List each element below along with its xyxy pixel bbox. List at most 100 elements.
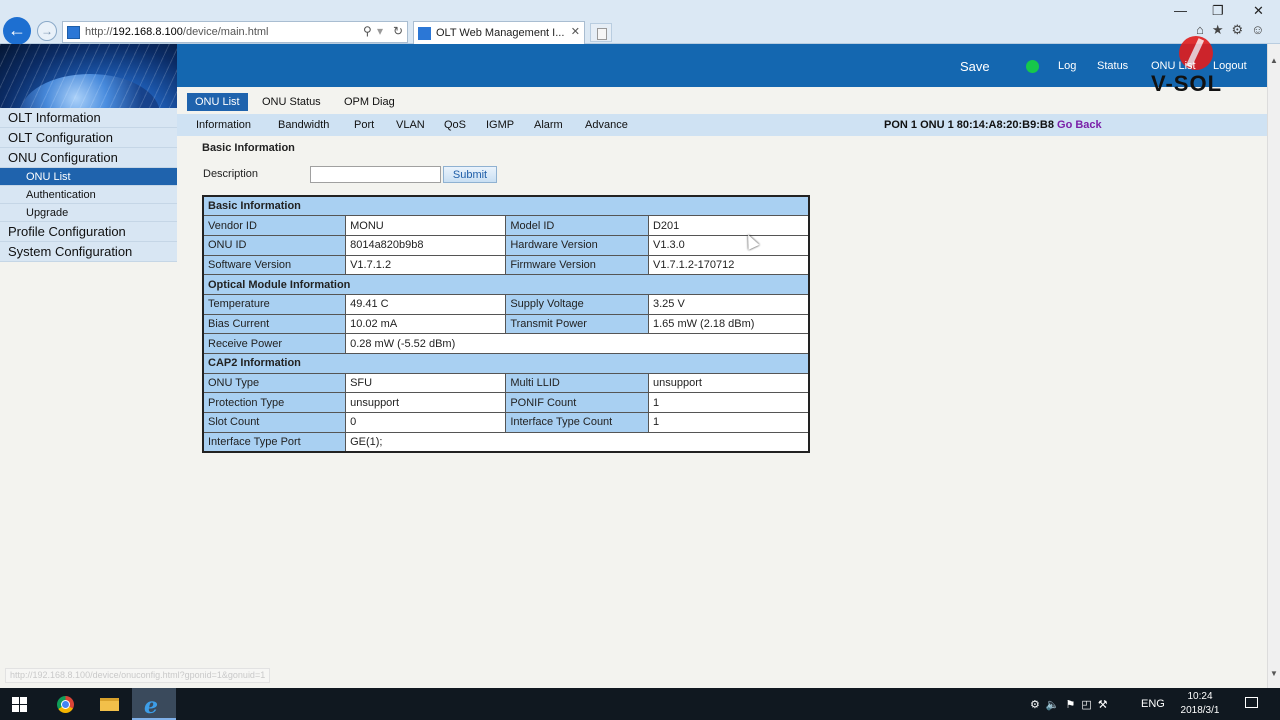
software-version-value: V1.7.1.2	[345, 254, 507, 276]
restore-icon[interactable]: ❐	[1212, 3, 1224, 19]
table-row: Temperature 49.41 C Supply Voltage 3.25 …	[202, 293, 810, 315]
clock-time: 10:24	[1187, 691, 1213, 702]
tab-port[interactable]: Port	[354, 119, 374, 131]
table-row: ONU Type SFU Multi LLID unsupport	[202, 372, 810, 394]
sidebar-item-upgrade[interactable]: Upgrade	[0, 204, 177, 222]
table-header-optical: Optical Module Information	[202, 274, 810, 295]
sidebar-item-olt-configuration[interactable]: OLT Configuration	[0, 128, 177, 148]
top-header-bar: Save Log Status V-SOL ONU List Logout	[177, 36, 1267, 96]
go-back-link[interactable]: Go Back	[1057, 119, 1102, 131]
sidebar-item-olt-information[interactable]: OLT Information	[0, 108, 177, 128]
onu-id-label: ONU ID	[202, 234, 347, 256]
status-link[interactable]: Status	[1097, 60, 1128, 72]
tab-onu-status[interactable]: ONU Status	[254, 93, 329, 111]
slot-count-value: 0	[345, 412, 507, 433]
hardware-version-value: V1.3.0	[647, 234, 810, 256]
section-title: Basic Information	[202, 142, 295, 154]
table-header-basic: Basic Information	[202, 195, 810, 217]
scroll-down-icon[interactable]: ▼	[1270, 669, 1278, 678]
table-row: Software Version V1.7.1.2 Firmware Versi…	[202, 254, 810, 276]
description-input[interactable]	[310, 166, 441, 183]
page-favicon-icon	[67, 26, 80, 39]
sidebar-item-profile-configuration[interactable]: Profile Configuration	[0, 222, 177, 242]
onu-type-value: SFU	[345, 372, 507, 394]
table-row: Bias Current 10.02 mA Transmit Power 1.6…	[202, 313, 810, 335]
browser-toolbar-icons[interactable]: ⌂★⚙☺	[1196, 22, 1272, 38]
banner-image	[0, 44, 177, 108]
protection-type-label: Protection Type	[202, 392, 347, 414]
refresh-icon[interactable]: ↻	[393, 24, 403, 38]
tab-information[interactable]: Information	[196, 119, 251, 131]
search-icon[interactable]: ⚲	[363, 24, 372, 38]
tab-qos[interactable]: QoS	[444, 119, 466, 131]
temperature-label: Temperature	[202, 293, 347, 315]
secondary-tabs: Information Bandwidth Port VLAN QoS IGMP…	[177, 114, 1267, 136]
tab-bandwidth[interactable]: Bandwidth	[278, 119, 329, 131]
tab-igmp[interactable]: IGMP	[486, 119, 514, 131]
bias-current-value: 10.02 mA	[345, 313, 507, 335]
supply-voltage-value: 3.25 V	[647, 293, 810, 315]
forward-arrow-icon[interactable]: →	[37, 21, 57, 41]
minimize-icon[interactable]: —	[1174, 3, 1187, 18]
windows-start-icon[interactable]	[12, 697, 27, 712]
sidebar-item-onu-list[interactable]: ONU List	[0, 168, 177, 186]
taskbar-explorer-app[interactable]	[88, 688, 132, 720]
tab-onu-list[interactable]: ONU List	[187, 93, 248, 111]
logout-link[interactable]: Logout	[1213, 60, 1247, 72]
sidebar: OLT Information OLT Configuration ONU Co…	[0, 108, 177, 262]
transmit-power-label: Transmit Power	[505, 313, 649, 335]
taskbar-chrome-app[interactable]	[44, 688, 88, 720]
sidebar-item-system-configuration[interactable]: System Configuration	[0, 242, 177, 262]
tab-vlan[interactable]: VLAN	[396, 119, 425, 131]
notification-icon[interactable]	[1245, 697, 1258, 708]
sidebar-item-onu-configuration[interactable]: ONU Configuration	[0, 148, 177, 168]
receive-power-label: Receive Power	[202, 333, 347, 354]
protection-type-value: unsupport	[345, 392, 507, 414]
internet-explorer-icon: e	[144, 693, 158, 719]
interface-type-port-value: GE(1);	[345, 431, 810, 453]
status-bar-url: http://192.168.8.100/device/onuconfig.ht…	[5, 668, 271, 683]
taskbar: e ⚙🔈⚑◰⚒ ENG 10:24 2018/3/1	[0, 688, 1280, 720]
temperature-value: 49.41 C	[345, 293, 507, 315]
multi-llid-value: unsupport	[647, 372, 810, 394]
hardware-version-label: Hardware Version	[505, 234, 649, 256]
browser-chrome: ← → http://192.168.8.100/device/main.htm…	[0, 0, 1280, 45]
description-label: Description	[203, 168, 259, 180]
log-link[interactable]: Log	[1058, 60, 1076, 72]
tab-alarm[interactable]: Alarm	[534, 119, 563, 131]
interface-type-count-label: Interface Type Count	[505, 412, 649, 433]
submit-button[interactable]: Submit	[443, 166, 497, 183]
dropdown-chevron-icon[interactable]: ▾	[377, 24, 383, 38]
address-url: http://192.168.8.100/device/main.html	[85, 26, 269, 38]
address-bar[interactable]: http://192.168.8.100/device/main.html ⚲ …	[62, 21, 408, 43]
taskbar-clock[interactable]: 10:24 2018/3/1	[1178, 690, 1222, 718]
page-scrollbar[interactable]: ▲ ▼	[1267, 44, 1280, 688]
save-link[interactable]: Save	[960, 59, 990, 74]
interface-type-count-value: 1	[647, 412, 810, 433]
back-arrow-icon[interactable]: ←	[3, 17, 31, 45]
browser-tab[interactable]: OLT Web Management I... ✕	[413, 21, 585, 44]
taskbar-ie-app[interactable]: e	[132, 688, 176, 720]
language-indicator[interactable]: ENG	[1141, 698, 1165, 710]
tab-close-icon[interactable]: ✕	[571, 25, 580, 38]
tab-advance[interactable]: Advance	[585, 119, 628, 131]
table-row: Receive Power 0.28 mW (-5.52 dBm)	[202, 333, 810, 354]
table-row: Protection Type unsupport PONIF Count 1	[202, 392, 810, 414]
sidebar-item-authentication[interactable]: Authentication	[0, 186, 177, 204]
new-tab-button[interactable]	[590, 23, 612, 42]
close-window-icon[interactable]: ✕	[1253, 3, 1264, 19]
interface-type-port-label: Interface Type Port	[202, 431, 347, 453]
firmware-version-value: V1.7.1.2-170712	[647, 254, 810, 276]
chrome-icon	[57, 696, 74, 713]
onu-list-link[interactable]: ONU List	[1151, 60, 1196, 72]
firmware-version-label: Firmware Version	[505, 254, 649, 276]
clock-date: 2018/3/1	[1180, 705, 1220, 716]
supply-voltage-label: Supply Voltage	[505, 293, 649, 315]
ponif-count-label: PONIF Count	[505, 392, 649, 414]
system-tray-icons[interactable]: ⚙🔈⚑◰⚒	[1030, 698, 1114, 711]
tab-opm-diag[interactable]: OPM Diag	[336, 93, 403, 111]
table-header-cap2: CAP2 Information	[202, 353, 810, 374]
scroll-up-icon[interactable]: ▲	[1270, 56, 1278, 65]
table-row: ONU ID 8014a820b9b8 Hardware Version V1.…	[202, 234, 810, 256]
model-id-value: D201	[647, 215, 810, 236]
